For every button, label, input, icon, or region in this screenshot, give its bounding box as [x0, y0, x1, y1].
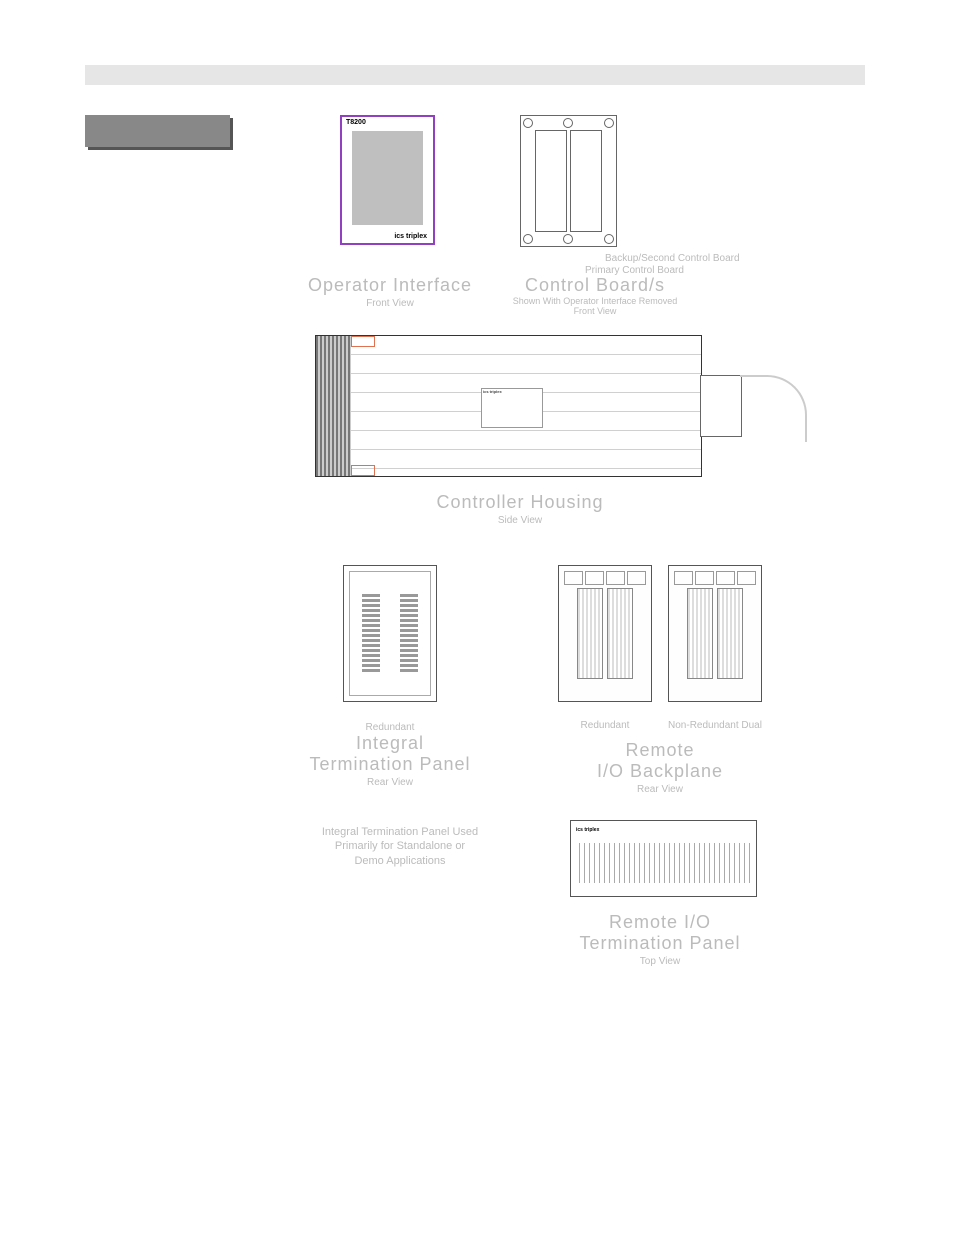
caption-subtitle-2: Front View — [495, 306, 695, 316]
operator-interface-screen — [352, 131, 423, 225]
controller-housing-drawing: ics triplex — [315, 335, 702, 477]
caption-title: Controller Housing — [380, 492, 660, 513]
device-model-label: T8200 — [346, 119, 366, 126]
red-accent-bottom — [351, 465, 375, 476]
page-header-bar — [85, 65, 865, 85]
red-accent-top — [351, 336, 375, 347]
screw-icon — [523, 118, 533, 128]
housing-connector — [700, 375, 742, 437]
integral-termination-caption: Redundant Integral Termination Panel Rea… — [300, 720, 480, 788]
backplane-slot — [717, 588, 743, 679]
operator-interface-drawing: T8200 ics triplex — [340, 115, 435, 245]
integral-inner-frame — [349, 571, 431, 696]
backplane-top-connectors — [674, 571, 756, 585]
remote-io-backplane-non-redundant — [668, 565, 762, 702]
caption-title-1: Integral — [300, 733, 480, 754]
sidebar-tag — [85, 115, 230, 147]
control-board-drawing — [520, 115, 617, 247]
caption-subtitle: Rear View — [560, 784, 760, 795]
caption-pre-label: Redundant — [300, 722, 480, 733]
integral-note: Integral Termination Panel Used Primaril… — [300, 825, 500, 868]
operator-interface-caption: Operator Interface Front View — [305, 275, 475, 309]
caption-title-2: I/O Backplane — [560, 761, 760, 782]
operator-interface-bezel: T8200 ics triplex — [340, 115, 435, 245]
note-line-2: Primarily for Standalone or — [300, 839, 500, 853]
caption-subtitle-1: Shown With Operator Interface Removed — [495, 296, 695, 306]
control-board-caption: Control Board/s Shown With Operator Inte… — [495, 275, 695, 316]
caption-subtitle: Top View — [560, 956, 760, 967]
remote-io-termination-panel-drawing: ics triplex — [570, 820, 757, 897]
screw-icon — [523, 234, 533, 244]
backplane-variant-right-label: Non-Redundant Dual — [660, 720, 770, 731]
product-label-plate: ics triplex — [481, 388, 543, 428]
backup-control-board-card — [570, 130, 602, 232]
controller-housing-caption: Controller Housing Side View — [380, 492, 660, 526]
note-line-3: Demo Applications — [300, 854, 500, 868]
brand-label: ics triplex — [394, 233, 427, 240]
remote-termination-caption: Remote I/O Termination Panel Top View — [560, 912, 760, 967]
heatsink-fins — [316, 336, 351, 476]
screw-icon — [563, 234, 573, 244]
integral-termination-panel-drawing — [343, 565, 437, 702]
terminal-strip-right — [400, 594, 418, 673]
terminal-rows — [575, 843, 752, 883]
caption-subtitle: Rear View — [300, 777, 480, 788]
plate-brand: ics triplex — [483, 389, 502, 394]
primary-control-board-card — [535, 130, 567, 232]
caption-title-2: Termination Panel — [300, 754, 480, 775]
note-line-1: Integral Termination Panel Used — [300, 825, 500, 839]
caption-title: Operator Interface — [305, 275, 475, 296]
backplane-slot — [687, 588, 713, 679]
backplane-slot — [577, 588, 603, 679]
screw-icon — [563, 118, 573, 128]
screw-icon — [604, 118, 614, 128]
leader-backup-label: Backup/Second Control Board — [605, 253, 740, 264]
caption-title: Control Board/s — [495, 275, 695, 296]
caption-subtitle: Front View — [305, 298, 475, 309]
termination-panel-brand: ics triplex — [576, 827, 599, 833]
caption-title-1: Remote — [560, 740, 760, 761]
backplane-variant-left-label: Redundant — [550, 720, 660, 731]
remote-io-backplane-redundant — [558, 565, 652, 702]
backplane-slot — [607, 588, 633, 679]
caption-title-1: Remote I/O — [560, 912, 760, 933]
housing-cable — [740, 375, 807, 442]
caption-subtitle: Side View — [380, 515, 660, 526]
caption-title-2: Termination Panel — [560, 933, 760, 954]
screw-icon — [604, 234, 614, 244]
remote-backplane-caption: Remote I/O Backplane Rear View — [560, 740, 760, 795]
terminal-strip-left — [362, 594, 380, 673]
backplane-top-connectors — [564, 571, 646, 585]
